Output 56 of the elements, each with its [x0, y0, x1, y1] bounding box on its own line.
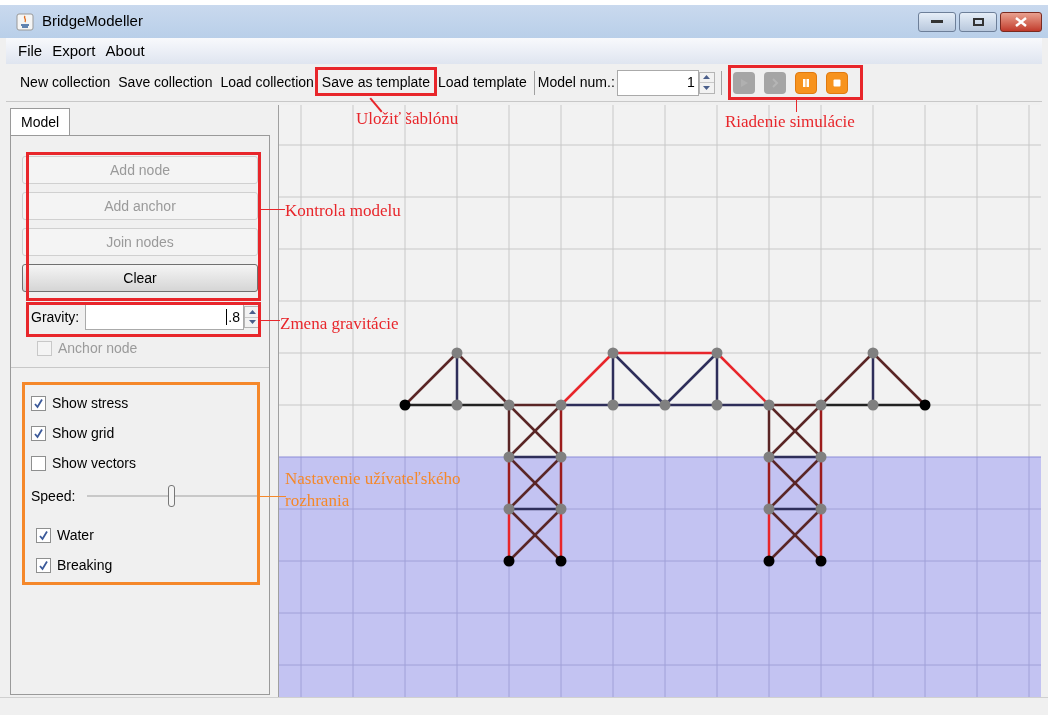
- coffee-cup-icon: [16, 12, 34, 31]
- down-arrow-icon: [703, 85, 711, 90]
- panel-button[interactable]: Clear: [22, 264, 258, 292]
- up-arrow-icon: [248, 309, 256, 314]
- bridge-canvas[interactable]: [278, 105, 1040, 697]
- toolbar-button[interactable]: Save as template: [317, 69, 434, 96]
- pause-icon: [800, 77, 811, 88]
- checkmark-icon: [38, 559, 49, 571]
- checkbox-label: Water: [57, 525, 94, 545]
- close-icon: [1015, 16, 1027, 27]
- annotation-label: Zmena gravitácie: [280, 313, 399, 335]
- checkbox[interactable]: [31, 455, 46, 471]
- checkbox[interactable]: [31, 425, 46, 441]
- checkbox-label: Show grid: [52, 423, 115, 443]
- window-title: BridgeModeller: [42, 11, 143, 32]
- gravity-field[interactable]: .8: [85, 304, 244, 330]
- leader-line: [260, 496, 286, 497]
- gravity-label: Gravity:: [31, 307, 80, 327]
- checkbox-label: Breaking: [57, 555, 113, 575]
- down-arrow-icon: [248, 320, 256, 325]
- maximize-button[interactable]: [959, 11, 997, 32]
- checkmark-icon: [33, 427, 44, 439]
- minimize-button[interactable]: [918, 11, 956, 32]
- close-button[interactable]: [1000, 11, 1042, 32]
- toolbar-button[interactable]: Save collection: [114, 69, 217, 96]
- menu-item[interactable]: Export: [52, 39, 96, 63]
- checkmark-icon: [38, 529, 49, 541]
- model-number-field[interactable]: 1: [616, 69, 699, 96]
- toolbar-button[interactable]: Load template: [434, 69, 531, 96]
- checkbox-label: Anchor node: [58, 338, 138, 358]
- leader-line: [261, 320, 280, 321]
- menu-item[interactable]: About: [105, 39, 145, 63]
- pause-button[interactable]: [794, 71, 817, 94]
- checkmark-icon: [33, 397, 44, 409]
- annotation-label: Nastavenie užívateľského rozhrania: [285, 468, 462, 512]
- model-number-label: Model num.:: [537, 73, 615, 92]
- checkbox[interactable]: [31, 395, 46, 411]
- leader-line: [796, 100, 797, 112]
- speed-slider[interactable]: [87, 485, 257, 507]
- slider-thumb[interactable]: [168, 485, 175, 507]
- stop-icon: [831, 77, 842, 88]
- annotation-label: Kontrola modelu: [285, 200, 401, 222]
- checkbox[interactable]: [36, 557, 51, 573]
- toolbar-button[interactable]: Load collection: [216, 69, 318, 96]
- annotation-label: Uložiť šablónu: [356, 108, 459, 130]
- toolbar-button[interactable]: New collection: [16, 69, 115, 96]
- up-arrow-icon: [703, 75, 711, 80]
- checkbox-label: Show stress: [52, 393, 129, 413]
- leader-line: [261, 209, 285, 210]
- annotation-label: Riadenie simulácie: [725, 111, 855, 133]
- menu-item[interactable]: File: [18, 39, 43, 63]
- stop-button[interactable]: [825, 71, 848, 94]
- slider-label: Speed:: [31, 486, 77, 506]
- checkbox-label: Show vectors: [52, 453, 137, 473]
- tab[interactable]: Model: [10, 108, 71, 135]
- checkbox[interactable]: [36, 527, 51, 543]
